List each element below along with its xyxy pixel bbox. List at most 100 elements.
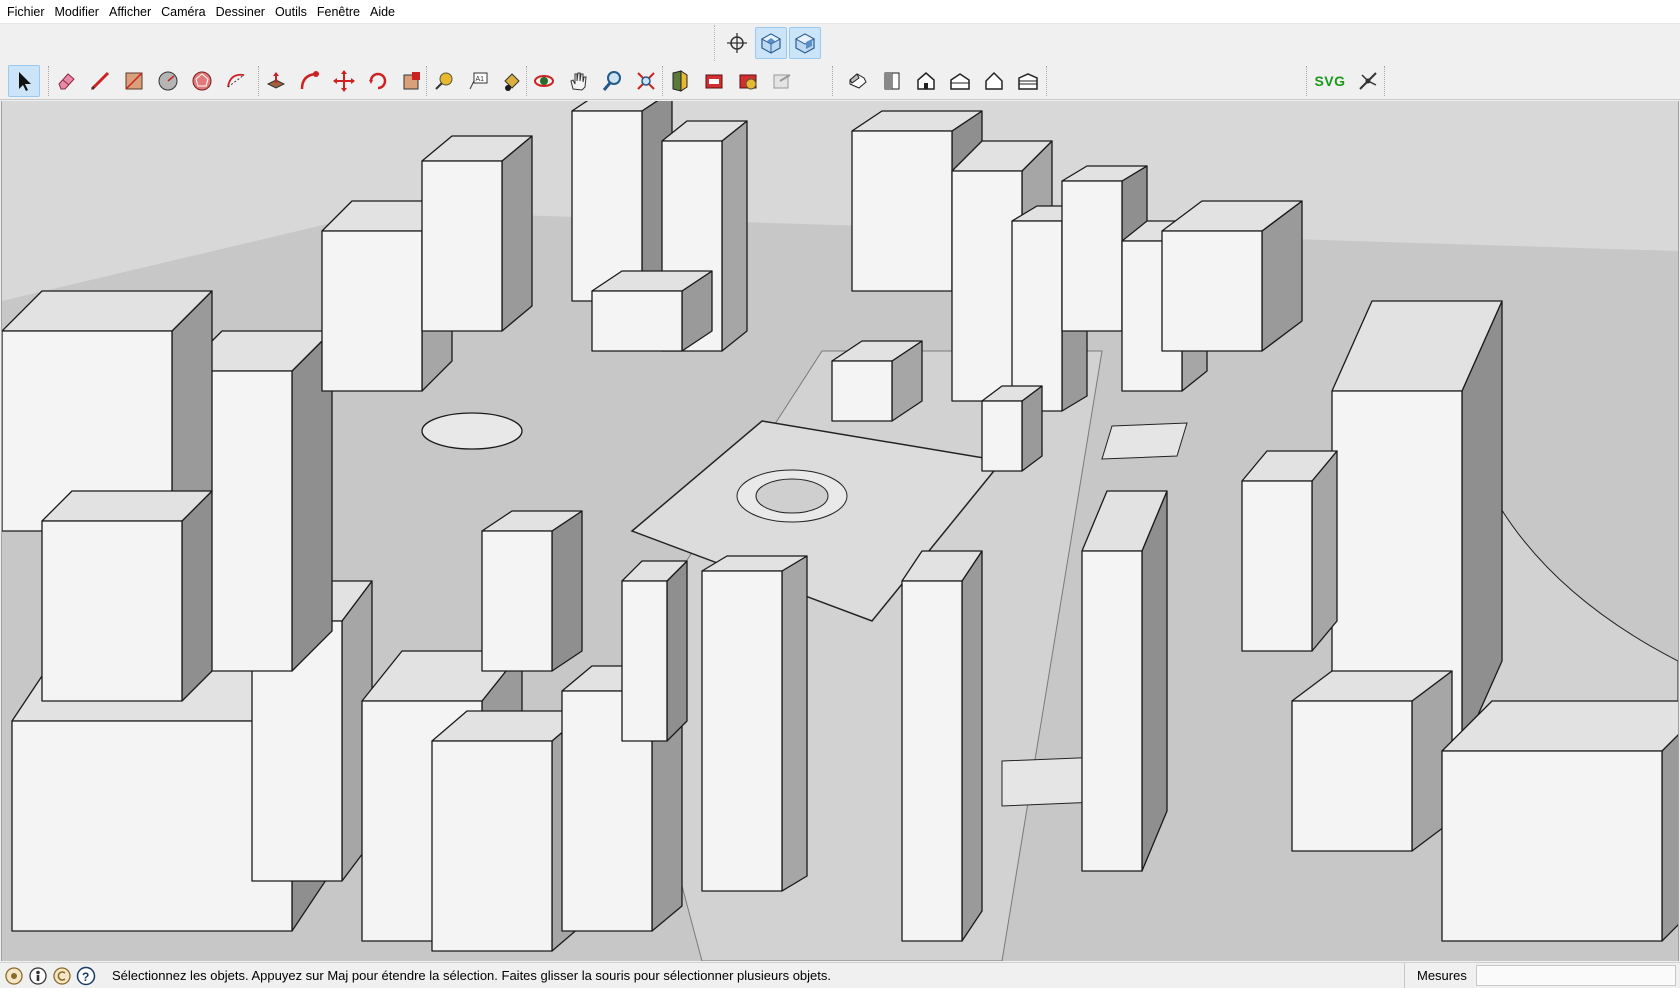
eraser-button[interactable] bbox=[50, 65, 82, 97]
select-arrow-icon bbox=[19, 72, 31, 91]
building-face bbox=[1081, 550, 1143, 872]
tape-measure-button[interactable] bbox=[428, 65, 460, 97]
polygon-button[interactable] bbox=[186, 65, 218, 97]
measurements-label: Mesures bbox=[1404, 963, 1467, 988]
top-view-button[interactable] bbox=[789, 27, 821, 59]
iso-house-button[interactable] bbox=[842, 65, 874, 97]
credits-button[interactable] bbox=[28, 966, 48, 986]
menu-fenetre[interactable]: Fenêtre bbox=[314, 0, 367, 24]
menu-bar: Fichier Modifier Afficher Caméra Dessine… bbox=[0, 0, 1680, 24]
zoom-button[interactable] bbox=[596, 65, 628, 97]
follow-me-icon bbox=[300, 71, 319, 90]
select-button[interactable] bbox=[8, 65, 40, 97]
help-icon: ? bbox=[76, 966, 96, 985]
building-face bbox=[481, 530, 553, 672]
position-camera-button[interactable] bbox=[721, 27, 753, 59]
left-house-button[interactable] bbox=[1012, 65, 1044, 97]
top-view-icon bbox=[794, 33, 816, 54]
rotate-icon bbox=[369, 72, 387, 90]
construct-group: A1 bbox=[428, 64, 528, 98]
house-top-icon bbox=[884, 72, 900, 90]
paint-bucket-button[interactable] bbox=[496, 65, 528, 97]
eraser-icon bbox=[58, 73, 75, 90]
section-plane-button[interactable] bbox=[664, 65, 696, 97]
building-face bbox=[1241, 480, 1313, 652]
camera-group bbox=[528, 64, 662, 98]
svg-text:?: ? bbox=[82, 970, 89, 984]
extension-warehouse-button[interactable] bbox=[732, 65, 764, 97]
orbit-button[interactable] bbox=[528, 65, 560, 97]
model-viewport[interactable] bbox=[1, 101, 1679, 961]
top-house-button[interactable] bbox=[876, 65, 908, 97]
warehouse-button[interactable] bbox=[698, 65, 730, 97]
3d-city-model bbox=[2, 101, 1678, 961]
menu-camera[interactable]: Caméra bbox=[158, 0, 212, 24]
front-house-button[interactable] bbox=[910, 65, 942, 97]
circle-button[interactable] bbox=[152, 65, 184, 97]
building-roof bbox=[41, 490, 213, 522]
text-icon: A1 bbox=[469, 72, 488, 90]
house-right-icon bbox=[950, 73, 970, 90]
building-side bbox=[1141, 490, 1168, 872]
building-face bbox=[831, 360, 893, 422]
rectangle-icon bbox=[125, 72, 143, 90]
menu-dessiner[interactable]: Dessiner bbox=[213, 0, 272, 24]
push-pull-button[interactable] bbox=[260, 65, 292, 97]
menu-fichier[interactable]: Fichier bbox=[4, 0, 52, 24]
share-model-icon bbox=[773, 74, 791, 89]
rotate-button[interactable] bbox=[362, 65, 394, 97]
menu-afficher[interactable]: Afficher bbox=[106, 0, 158, 24]
building-face bbox=[851, 130, 953, 292]
extension-warehouse-icon bbox=[739, 74, 757, 90]
status-message: Sélectionnez les objets. Appuyez sur Maj… bbox=[112, 968, 831, 983]
polygon-icon bbox=[192, 71, 212, 91]
measurements-input[interactable] bbox=[1476, 965, 1676, 986]
building-face bbox=[421, 160, 503, 332]
house-front-icon bbox=[917, 72, 935, 90]
move-button[interactable] bbox=[328, 65, 360, 97]
pan-hand-icon bbox=[570, 72, 587, 91]
menu-outils[interactable]: Outils bbox=[272, 0, 314, 24]
geolocation-icon bbox=[5, 966, 23, 985]
building-face bbox=[11, 720, 293, 932]
svg-text:A1: A1 bbox=[476, 76, 485, 83]
house-left-icon bbox=[1018, 73, 1038, 90]
help-button[interactable]: ? bbox=[76, 966, 96, 986]
share-model-button[interactable] bbox=[766, 65, 798, 97]
zoom-extents-button[interactable] bbox=[630, 65, 662, 97]
geolocation-button[interactable] bbox=[4, 966, 24, 986]
credits-icon bbox=[29, 966, 47, 985]
building-side bbox=[781, 555, 808, 892]
pencil-button[interactable] bbox=[84, 65, 116, 97]
paint-bucket-icon bbox=[504, 73, 520, 91]
plugin-button[interactable] bbox=[1352, 65, 1384, 97]
back-house-button[interactable] bbox=[978, 65, 1010, 97]
tape-measure-icon bbox=[435, 72, 453, 90]
warehouse-icon bbox=[705, 74, 723, 89]
plugin-insect-icon bbox=[1359, 72, 1377, 90]
text-button[interactable]: A1 bbox=[462, 65, 494, 97]
rotunda-roof bbox=[421, 412, 523, 450]
right-house-button[interactable] bbox=[944, 65, 976, 97]
warehouse-group bbox=[664, 64, 798, 98]
rectangle-button[interactable] bbox=[118, 65, 150, 97]
standard-views-group bbox=[842, 64, 1044, 98]
building-side bbox=[551, 510, 583, 672]
menu-aide[interactable]: Aide bbox=[367, 0, 402, 24]
iso-view-icon bbox=[760, 33, 782, 54]
status-bar: ? Sélectionnez les objets. Appuyez sur M… bbox=[0, 962, 1680, 988]
follow-me-button[interactable] bbox=[294, 65, 326, 97]
pencil-line-icon bbox=[90, 71, 110, 91]
svg-export-button[interactable]: SVG bbox=[1310, 65, 1350, 97]
scale-button[interactable] bbox=[396, 65, 428, 97]
circle-icon bbox=[158, 71, 178, 91]
building-side bbox=[181, 490, 213, 702]
arc-button[interactable] bbox=[220, 65, 252, 97]
menu-modifier[interactable]: Modifier bbox=[52, 0, 106, 24]
building-face bbox=[981, 400, 1023, 472]
building-face bbox=[1011, 220, 1063, 412]
pan-button[interactable] bbox=[562, 65, 594, 97]
iso-view-button[interactable] bbox=[755, 27, 787, 59]
copyright-button[interactable] bbox=[52, 966, 72, 986]
building-face bbox=[431, 740, 553, 952]
